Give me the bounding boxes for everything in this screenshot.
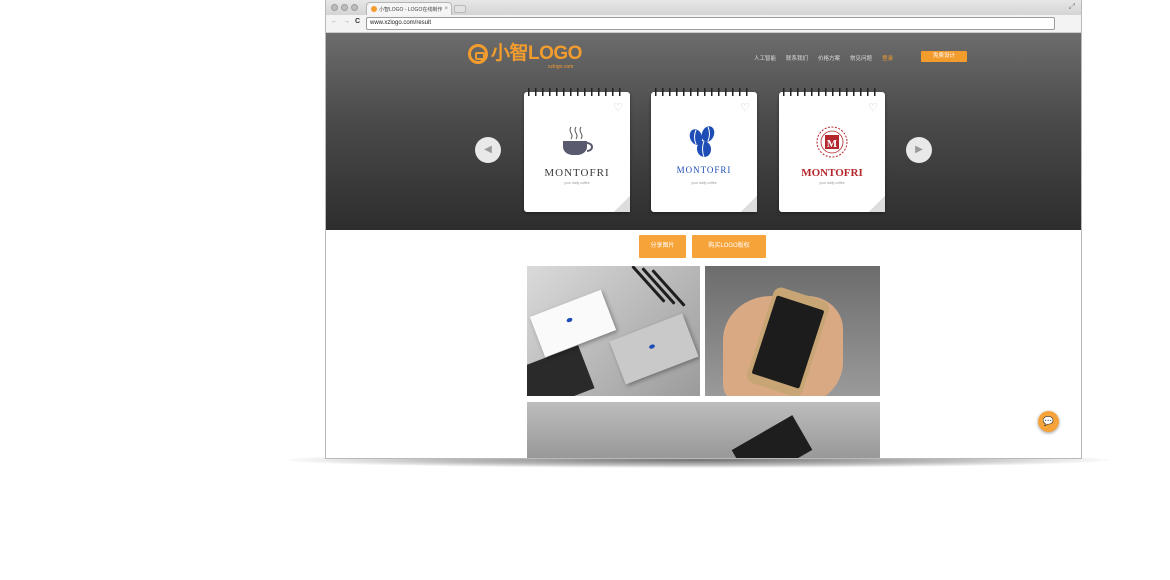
back-arrow-icon[interactable]: ←	[331, 18, 338, 25]
page-curl	[869, 196, 885, 212]
browser-toolbar: ← → C www.xzlogo.com/result	[326, 15, 1081, 33]
pencil	[631, 266, 666, 303]
heart-icon[interactable]: ♡	[868, 101, 878, 114]
maximize-window-button[interactable]	[351, 4, 358, 11]
card-brand-name: MONTOFRI	[676, 165, 732, 175]
favicon-icon	[371, 6, 377, 12]
logo-subtext: xzlogo.com	[548, 64, 574, 70]
tab-title: 小智LOGO - LOGO在线制作	[379, 6, 443, 13]
pencil	[641, 267, 676, 305]
bean-logo-icon	[648, 343, 656, 350]
nav-item-ai[interactable]: 人工智能	[754, 54, 776, 62]
new-tab-button[interactable]	[454, 5, 466, 13]
heart-icon[interactable]: ♡	[740, 101, 750, 114]
business-card-mockup	[527, 266, 700, 396]
pencil	[651, 269, 686, 307]
nav-item-login[interactable]: 登录	[882, 54, 893, 62]
chevron-right-icon[interactable]: ▶	[906, 137, 932, 163]
action-buttons: 分享图片 购买LOGO版权	[639, 235, 766, 258]
notebook	[527, 345, 595, 396]
page-curl	[741, 196, 757, 212]
phone-mockup	[705, 266, 880, 396]
close-window-button[interactable]	[331, 4, 338, 11]
black-bag	[731, 415, 813, 458]
minimize-window-button[interactable]	[341, 4, 348, 11]
reload-icon[interactable]: C	[355, 18, 360, 25]
fullscreen-icon[interactable]: ⤢	[1069, 2, 1075, 12]
heart-icon[interactable]: ♡	[613, 101, 623, 114]
card-brand-name: MONTOFRI	[544, 167, 610, 179]
logo-card[interactable]: ♡ M MONTOFRI your daily coffee	[779, 88, 885, 212]
svg-text:M: M	[827, 138, 838, 150]
site-logo[interactable]: 小智LOGO xzlogo.com	[468, 43, 582, 70]
chevron-left-icon[interactable]: ◀	[475, 137, 501, 163]
tab-bar: 小智LOGO - LOGO在线制作 × ⤢	[326, 0, 1081, 15]
nav-item-contact[interactable]: 联系我们	[786, 54, 808, 62]
forward-arrow-icon[interactable]: →	[343, 18, 350, 25]
tab-close-icon[interactable]: ×	[444, 6, 448, 12]
free-design-button[interactable]: 免费设计	[921, 51, 967, 62]
spiral-binding	[655, 88, 753, 96]
nav-item-pricing[interactable]: 价格方案	[818, 54, 840, 62]
chat-bubble-icon[interactable]: 💬	[1038, 411, 1059, 432]
logo-card[interactable]: ♡ MONTOFRI your daily coffee	[524, 88, 630, 212]
bean-logo-icon	[566, 317, 574, 323]
browser-window: 小智LOGO - LOGO在线制作 × ⤢ ← → C www.xzlogo.c…	[325, 0, 1082, 459]
share-image-button[interactable]: 分享图片	[639, 235, 686, 258]
coffee-cup-icon	[524, 125, 630, 159]
card-brand-name: MONTOFRI	[801, 167, 863, 179]
logo-card[interactable]: ♡ MONTOFRI your daily coffee	[651, 88, 757, 212]
logo-mark-icon	[468, 44, 488, 64]
browser-tab[interactable]: 小智LOGO - LOGO在线制作 ×	[366, 2, 452, 15]
window-buttons	[331, 4, 358, 11]
main-nav: 人工智能 联系我们 价格方案 常见问题 登录	[754, 54, 893, 62]
logo-text: 小智LOGO	[491, 43, 582, 64]
bag-mockup	[527, 402, 880, 458]
nav-buttons: ← → C	[331, 18, 360, 25]
card-tagline: your daily coffee	[564, 181, 590, 185]
card-tagline: your daily coffee	[691, 181, 717, 185]
address-bar[interactable]: www.xzlogo.com/result	[366, 17, 1055, 30]
coffee-beans-icon	[651, 125, 757, 159]
nav-item-faq[interactable]: 常见问题	[850, 54, 872, 62]
spiral-binding	[783, 88, 881, 96]
buy-copyright-button[interactable]: 购买LOGO版权	[692, 235, 766, 258]
spiral-binding	[528, 88, 626, 96]
m-emblem-icon: M	[779, 125, 885, 159]
hero-section: 小智LOGO xzlogo.com 人工智能 联系我们 价格方案 常见问题 登录…	[326, 33, 1081, 230]
card-tagline: your daily coffee	[819, 181, 845, 185]
page-curl	[614, 196, 630, 212]
grey-business-card	[609, 313, 699, 385]
